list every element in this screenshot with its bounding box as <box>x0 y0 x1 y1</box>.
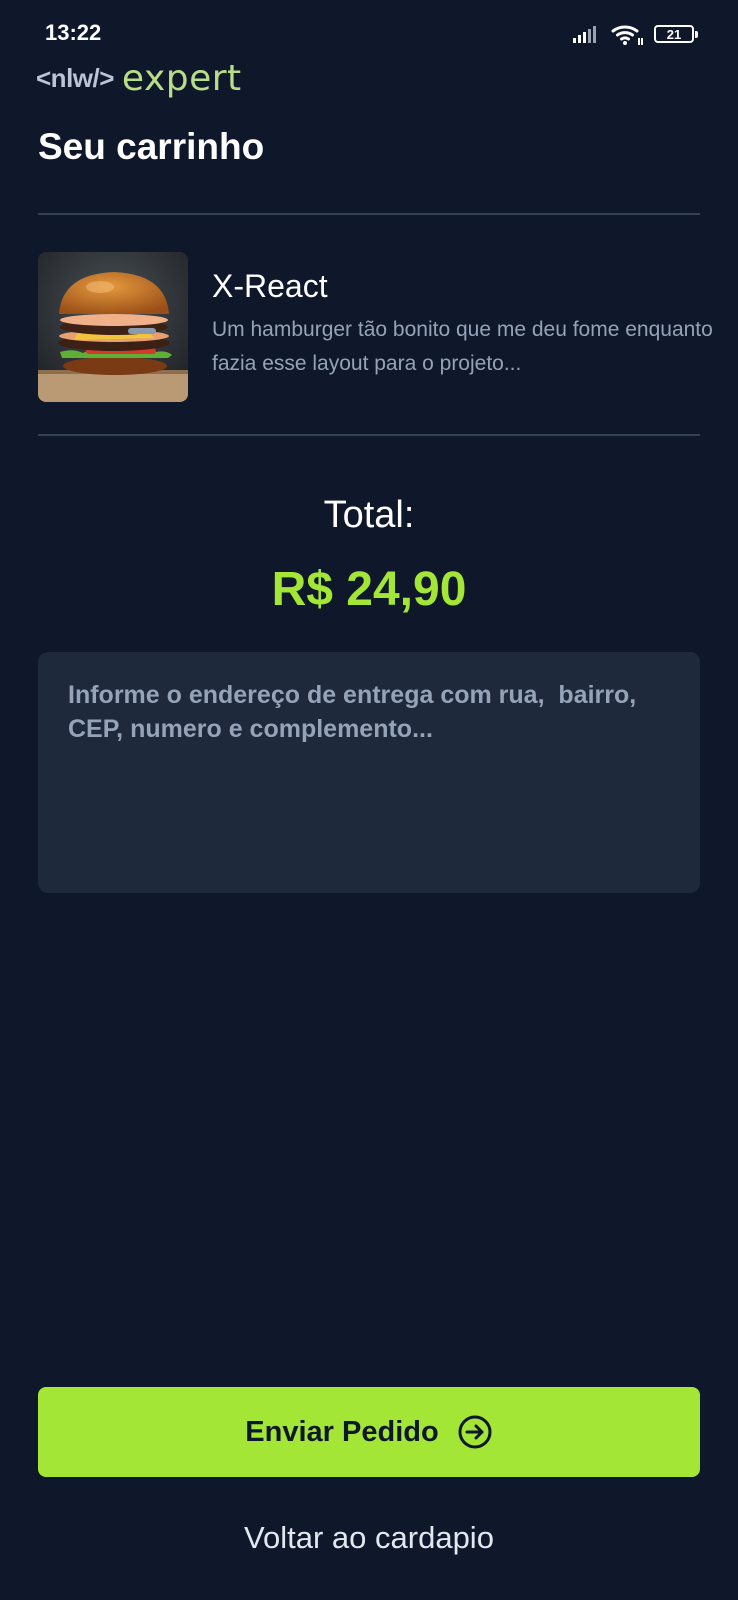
arrow-circle-right-icon <box>458 1415 492 1449</box>
page-title: Seu carrinho <box>38 126 265 167</box>
address-input[interactable] <box>68 678 670 867</box>
total-value: R$ 24,90 <box>271 563 467 616</box>
bottom-divider <box>38 434 700 436</box>
cart-item-info: X-React Um hamburger tão bonito que me d… <box>212 252 713 404</box>
battery-icon: 21 <box>654 25 698 43</box>
battery-level: 21 <box>666 26 682 42</box>
back-to-menu-link[interactable]: Voltar ao cardapio <box>0 1520 738 1556</box>
status-time: 13:22 <box>45 20 102 45</box>
top-divider <box>38 213 700 215</box>
status-icons: 21 <box>572 22 698 46</box>
cart-item-description: Um hamburger tão bonito que me deu fome … <box>212 313 713 381</box>
app-logo: <nlw/> expert <box>36 58 242 99</box>
cart-item[interactable]: X-React Um hamburger tão bonito que me d… <box>38 252 738 404</box>
cart-item-description-line2: fazia esse layout para o projeto... <box>212 352 522 375</box>
hamburger-image <box>38 252 188 402</box>
cart-item-description-line1: Um hamburger tão bonito que me deu fome … <box>212 318 713 341</box>
logo-expert-text: expert <box>121 58 242 99</box>
send-order-button[interactable]: Enviar Pedido <box>38 1387 700 1477</box>
logo-nlw-text: <nlw/> <box>36 63 114 93</box>
status-bar: 13:22 21 <box>0 0 738 64</box>
signal-icon <box>573 26 596 43</box>
send-order-label: Enviar Pedido <box>245 1415 439 1448</box>
wifi-icon <box>611 25 643 45</box>
cart-item-name: X-React <box>212 268 328 304</box>
total-label: Total: <box>323 494 415 536</box>
address-field-container <box>38 652 700 893</box>
